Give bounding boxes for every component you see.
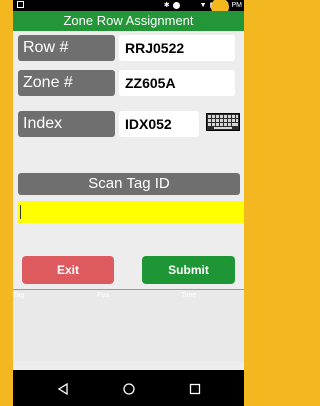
status-bar: ✱ ▼ ▮ 1:11 PM bbox=[13, 0, 244, 16]
wifi-icon: ▼ bbox=[199, 2, 207, 9]
keyboard-icon[interactable] bbox=[206, 113, 240, 131]
index-input[interactable]: IDX052 bbox=[119, 111, 199, 137]
row-input[interactable]: RRJ0522 bbox=[119, 35, 235, 61]
home-icon[interactable] bbox=[123, 383, 135, 395]
back-icon[interactable] bbox=[57, 383, 69, 395]
column-header-tag: Tag bbox=[13, 292, 25, 299]
row-field: Row # RRJ0522 bbox=[18, 35, 240, 61]
exit-button[interactable]: Exit bbox=[22, 256, 114, 284]
index-field: Index IDX052 bbox=[18, 111, 240, 137]
zone-label: Zone # bbox=[18, 70, 115, 96]
zone-input[interactable]: ZZ605A bbox=[119, 70, 235, 96]
column-header-pos: Pos bbox=[97, 292, 110, 299]
scan-tag-label: Scan Tag ID bbox=[18, 173, 240, 195]
image-notification-icon bbox=[17, 1, 24, 8]
index-label: Index bbox=[18, 111, 115, 137]
page-title: Zone Row Assignment bbox=[13, 11, 244, 31]
phone-screen: ✱ ▼ ▮ 1:11 PM Zone Row Assignment Row # … bbox=[13, 0, 244, 406]
submit-button[interactable]: Submit bbox=[142, 256, 235, 284]
status-icons: ✱ ▼ ▮ 1:11 PM bbox=[164, 1, 242, 10]
zone-field: Zone # ZZ605A bbox=[18, 70, 240, 96]
row-label: Row # bbox=[18, 35, 115, 61]
scan-tag-input[interactable] bbox=[18, 201, 244, 223]
navigation-bar bbox=[13, 370, 244, 406]
column-header-time: Time bbox=[181, 292, 197, 299]
tag-table: Tag Pos Time bbox=[13, 289, 244, 361]
bluetooth-icon: ✱ bbox=[163, 2, 170, 9]
text-cursor bbox=[20, 205, 21, 219]
do-not-disturb-icon bbox=[172, 2, 180, 9]
recents-icon[interactable] bbox=[189, 383, 201, 395]
